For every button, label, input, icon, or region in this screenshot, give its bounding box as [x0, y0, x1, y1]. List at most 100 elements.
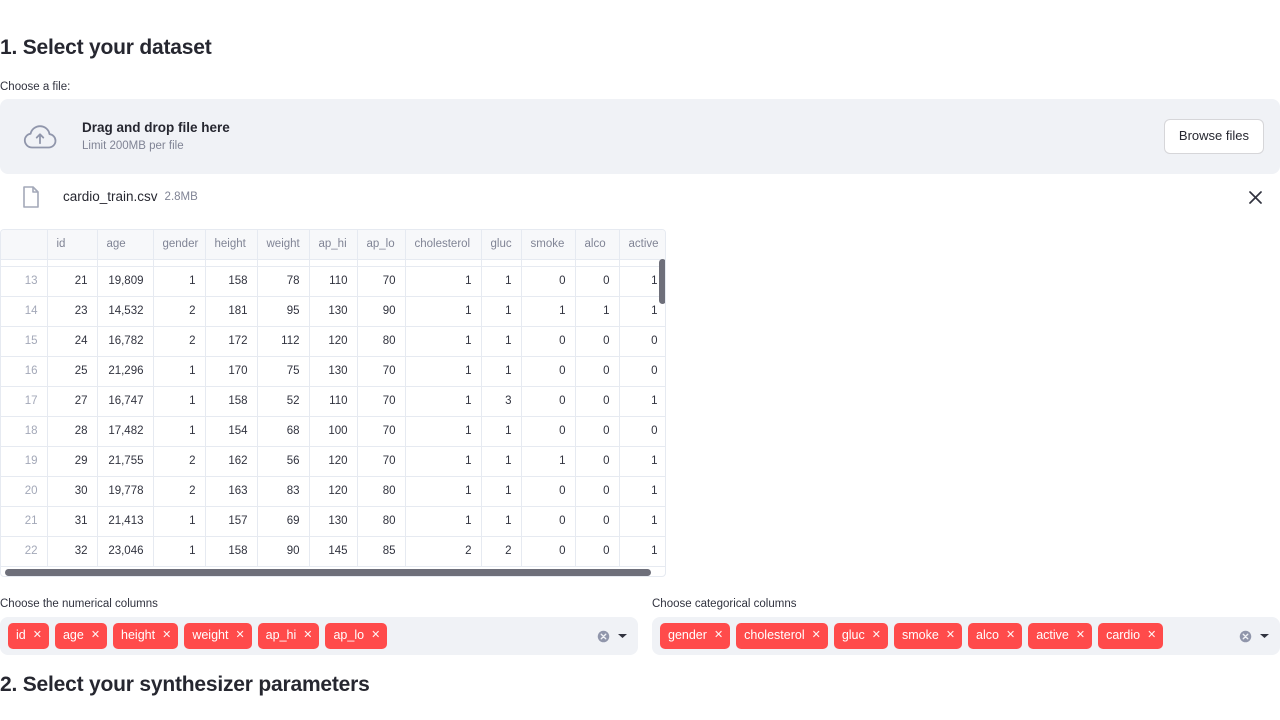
table-cell: 16,747 — [97, 386, 154, 417]
table-cell: 1 — [481, 259, 522, 267]
table-row[interactable]: 172716,74711585211070130010 — [1, 386, 665, 417]
table-row[interactable]: 213121,41311576913080110010 — [1, 506, 665, 537]
table-row[interactable]: 152416,782217211212080110001 — [1, 326, 665, 357]
table-row-index: 19 — [1, 446, 48, 477]
dataframe-column-header: alco — [575, 230, 620, 260]
table-cell: 120 — [309, 326, 358, 357]
table-cell: 1 — [405, 326, 482, 357]
table-cell: 0 — [521, 536, 576, 567]
clear-circle-icon[interactable] — [597, 630, 610, 643]
dropzone-limit: Limit 200MB per file — [82, 140, 184, 153]
table-cell: 1 — [481, 356, 522, 387]
remove-tag-icon[interactable]: ✕ — [1006, 630, 1015, 641]
tag-label: cholesterol — [744, 628, 805, 643]
remove-tag-icon[interactable]: ✕ — [162, 630, 171, 641]
page-title-step-1: 1. Select your dataset — [0, 36, 212, 59]
dataframe-vertical-scroll-thumb[interactable] — [659, 259, 665, 304]
categorical-select-icons — [1231, 630, 1274, 643]
chevron-down-icon[interactable] — [1259, 632, 1270, 640]
table-cell: 2 — [481, 536, 522, 567]
categorical-columns-input[interactable]: gender ✕ cholesterol ✕ gluc ✕ smoke ✕ alco ✕ activ… — [652, 617, 1280, 656]
remove-tag-icon[interactable]: ✕ — [235, 630, 244, 641]
remove-tag-icon[interactable]: ✕ — [946, 630, 955, 641]
selected-column-tag[interactable]: alco ✕ — [968, 623, 1023, 649]
selected-column-tag[interactable]: active ✕ — [1028, 623, 1093, 649]
remove-tag-icon[interactable]: ✕ — [33, 630, 42, 641]
table-cell: 70 — [357, 386, 406, 417]
remove-tag-icon[interactable]: ✕ — [812, 630, 821, 641]
table-cell: 130 — [309, 296, 358, 327]
dataframe-column-header: weight — [257, 230, 310, 260]
remove-tag-icon[interactable]: ✕ — [1147, 630, 1156, 641]
table-row[interactable]: 192921,75521625612070111010 — [1, 446, 665, 477]
remove-tag-icon[interactable]: ✕ — [872, 630, 881, 641]
tag-label: id — [16, 628, 26, 643]
dataframe-horizontal-scroll-thumb[interactable] — [5, 569, 651, 576]
dataframe[interactable]: id age gender height weight ap_hi ap_lo cholest… — [0, 229, 666, 577]
table-cell: 0 — [521, 476, 576, 507]
table-cell: 130 — [309, 506, 358, 537]
remove-tag-icon[interactable]: ✕ — [91, 630, 100, 641]
table-cell: 1 — [521, 446, 576, 477]
selected-column-tag[interactable]: gender ✕ — [660, 623, 731, 649]
table-row[interactable]: 182817,48211546810070110000 — [1, 416, 665, 447]
selected-column-tag[interactable]: height ✕ — [113, 623, 179, 649]
table-cell: 1 — [405, 266, 482, 297]
chevron-down-icon[interactable] — [617, 632, 628, 640]
numerical-columns-input[interactable]: id ✕ age ✕ height ✕ weight ✕ ap_hi ✕ ap_lo ✕ — [0, 617, 638, 656]
table-row[interactable]: 223223,04611589014585220011 — [1, 536, 665, 567]
table-cell: 158 — [205, 259, 258, 267]
table-cell: 68 — [257, 416, 310, 447]
remove-tag-icon[interactable]: ✕ — [1076, 630, 1085, 641]
table-cell: 1 — [153, 356, 206, 387]
remove-tag-icon[interactable]: ✕ — [303, 630, 312, 641]
table-cell: 157 — [205, 506, 258, 537]
table-cell: 145 — [309, 536, 358, 567]
selected-column-tag[interactable]: age ✕ — [54, 623, 108, 649]
selected-column-tag[interactable]: cholesterol ✕ — [736, 623, 828, 649]
close-icon[interactable] — [1242, 184, 1268, 210]
table-cell: 0 — [521, 506, 576, 537]
table-cell: 3 — [481, 386, 522, 417]
selected-column-tag[interactable]: ap_hi ✕ — [257, 623, 320, 649]
tag-label: gluc — [841, 628, 865, 643]
selected-column-tag[interactable]: cardio ✕ — [1098, 623, 1164, 649]
tag-label: age — [62, 628, 84, 643]
table-row-index: 17 — [1, 386, 48, 417]
selected-column-tag[interactable]: weight ✕ — [184, 623, 252, 649]
clear-circle-icon[interactable] — [1239, 630, 1252, 643]
table-row[interactable]: 142314,53221819513090111110 — [1, 296, 665, 327]
table-cell: 112 — [257, 326, 310, 357]
dataframe-vertical-scrollbar[interactable] — [659, 259, 665, 576]
table-cell: 2 — [153, 476, 206, 507]
table-row[interactable]: 162521,29611707513070110000 — [1, 356, 665, 387]
file-dropzone[interactable]: Drag and drop file here Limit 200MB per … — [0, 99, 1280, 174]
selected-column-tag[interactable]: gluc ✕ — [833, 623, 888, 649]
table-cell: 19,778 — [97, 476, 154, 507]
table-cell: 2 — [153, 296, 206, 327]
dropzone-text: Drag and drop file here Limit 200MB per … — [82, 118, 1164, 156]
dataframe-column-header: id — [47, 230, 98, 260]
table-cell: 30 — [47, 476, 98, 507]
tag-label: gender — [668, 628, 707, 643]
numerical-select-icons — [589, 630, 632, 643]
table-row[interactable]: 132119,80911587811070110010 — [1, 266, 665, 297]
remove-tag-icon[interactable]: ✕ — [371, 630, 380, 641]
table-cell: 21,755 — [97, 446, 154, 477]
table-cell: 32 — [47, 536, 98, 567]
table-cell: 69 — [257, 506, 310, 537]
browse-files-button[interactable]: Browse files — [1163, 118, 1264, 155]
table-cell: 95 — [257, 296, 310, 327]
table-row[interactable]: 203019,77821638312080110010 — [1, 476, 665, 507]
table-row-index: 22 — [1, 536, 48, 567]
table-cell: 24 — [47, 326, 98, 357]
table-row[interactable]: 122017,66811587111070110010 — [1, 259, 665, 267]
dataframe-horizontal-scrollbar[interactable] — [1, 569, 661, 576]
dataframe-scroll-area[interactable]: id age gender height weight ap_hi ap_lo cholest… — [1, 230, 665, 576]
selected-column-tag[interactable]: smoke ✕ — [893, 623, 963, 649]
remove-tag-icon[interactable]: ✕ — [714, 630, 723, 641]
selected-column-tag[interactable]: id ✕ — [8, 623, 49, 649]
table-cell: 0 — [575, 266, 620, 297]
selected-column-tag[interactable]: ap_lo ✕ — [325, 623, 388, 649]
table-cell: 29 — [47, 446, 98, 477]
